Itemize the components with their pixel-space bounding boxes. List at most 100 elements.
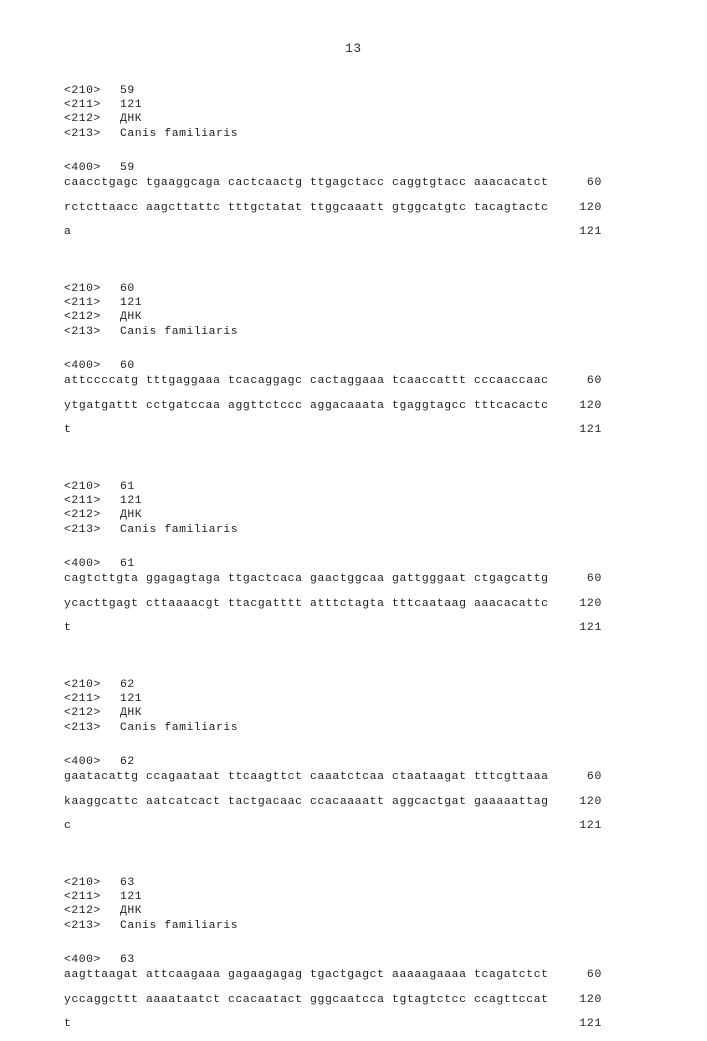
header-line: <210> 63 — [64, 876, 609, 890]
header-line: <210> 59 — [64, 84, 609, 98]
sequence-header: <210> 60 <211> 121 <212> ДНК <213> Canis famili… — [64, 282, 609, 339]
sequence-rows: attccccatg tttgaggaaa tcacaggagc cactagg… — [64, 374, 609, 447]
header-tag: <210> — [64, 481, 101, 494]
sequence-row: a 121 — [64, 225, 609, 249]
sequence-position-count: 121 — [579, 424, 602, 437]
sequence-rows: caacctgagc tgaaggcaga cactcaactg ttgagct… — [64, 176, 609, 249]
sequence-position-count: 120 — [579, 400, 602, 413]
sequence-position-count: 120 — [579, 796, 602, 809]
header-tag: <212> — [64, 905, 101, 918]
sequence-residues: ytgatgattt cctgatccaa aggttctccc aggacaa… — [64, 400, 549, 413]
sequence-residues: attccccatg tttgaggaaa tcacaggagc cactagg… — [64, 375, 549, 388]
header-line: <212> ДНК — [64, 112, 609, 126]
sequence-row: yccaggcttt aaaataatct ccacaatact gggcaat… — [64, 993, 609, 1017]
header-line: <211> 121 — [64, 98, 609, 112]
sequence-position-count: 121 — [579, 820, 602, 833]
sequence-residues: gaatacattg ccagaataat ttcaagttct caaatct… — [64, 771, 549, 784]
header-line: <213> Canis familiaris — [64, 127, 609, 141]
seq-length: 121 — [120, 693, 143, 706]
header-line: <212> ДНК — [64, 310, 609, 324]
sequence-block: <210> 60 <211> 121 <212> ДНК <213> Canis famili… — [64, 282, 609, 447]
seq-molecule-type: ДНК — [120, 113, 143, 126]
header-line: <210> 61 — [64, 480, 609, 494]
sequence-row: ycacttgagt cttaaaacgt ttacgatttt atttcta… — [64, 597, 609, 621]
header-tag: <400> — [64, 953, 101, 966]
header-tag: <213> — [64, 325, 101, 338]
header-tag: <210> — [64, 679, 101, 692]
sequence-block: <210> 59 <211> 121 <212> ДНК <213> Canis famili… — [64, 84, 609, 249]
page-number: 13 — [345, 42, 362, 56]
header-line: <212> ДНК — [64, 706, 609, 720]
sequence-residues: a — [64, 226, 72, 239]
header-tag: <210> — [64, 877, 101, 890]
seq-id-number: 61 — [120, 557, 135, 570]
seq-molecule-type: ДНК — [120, 905, 143, 918]
sequence-start-line: <400> 62 — [64, 755, 609, 769]
sequence-position-count: 120 — [579, 202, 602, 215]
sequence-start-line: <400> 59 — [64, 161, 609, 175]
sequence-residues: t — [64, 424, 72, 437]
header-line: <210> 62 — [64, 678, 609, 692]
sequence-position-count: 121 — [579, 622, 602, 635]
header-line: <213> Canis familiaris — [64, 721, 609, 735]
seq-length: 121 — [120, 297, 143, 310]
header-tag: <211> — [64, 891, 101, 904]
sequence-position-count: 60 — [586, 771, 602, 784]
seq-organism: Canis familiaris — [120, 721, 239, 734]
sequence-row: cagtcttgta ggagagtaga ttgactcaca gaactgg… — [64, 572, 609, 597]
header-line: <210> 60 — [64, 282, 609, 296]
sequence-residues: cagtcttgta ggagagtaga ttgactcaca gaactgg… — [64, 573, 549, 586]
sequence-residues: t — [64, 622, 72, 635]
header-tag: <213> — [64, 721, 101, 734]
sequence-rows: gaatacattg ccagaataat ttcaagttct caaatct… — [64, 770, 609, 843]
seq-organism: Canis familiaris — [120, 127, 239, 140]
sequence-row: t 121 — [64, 621, 609, 645]
sequence-row: attccccatg tttgaggaaa tcacaggagc cactagg… — [64, 374, 609, 399]
sequence-position-count: 60 — [586, 177, 602, 190]
sequence-header: <210> 61 <211> 121 <212> ДНК <213> Canis famili… — [64, 480, 609, 537]
sequence-listing-content: <210> 59 <211> 121 <212> ДНК <213> Canis famili… — [64, 84, 609, 1041]
header-tag: <211> — [64, 693, 101, 706]
sequence-residues: rctcttaacc aagcttattc tttgctatat ttggcaa… — [64, 202, 549, 215]
seq-id-number: 61 — [120, 481, 135, 494]
seq-molecule-type: ДНК — [120, 311, 143, 324]
header-tag: <400> — [64, 557, 101, 570]
sequence-block: <210> 62 <211> 121 <212> ДНК <213> Canis famili… — [64, 678, 609, 843]
sequence-residues: t — [64, 1018, 72, 1031]
seq-organism: Canis familiaris — [120, 523, 239, 536]
sequence-residues: aagttaagat attcaagaaa gagaagagag tgactga… — [64, 969, 549, 982]
seq-organism: Canis familiaris — [120, 325, 239, 338]
sequence-row: ytgatgattt cctgatccaa aggttctccc aggacaa… — [64, 399, 609, 423]
sequence-rows: aagttaagat attcaagaaa gagaagagag tgactga… — [64, 968, 609, 1041]
seq-id-number: 63 — [120, 877, 135, 890]
sequence-position-count: 60 — [586, 375, 602, 388]
sequence-residues: caacctgagc tgaaggcaga cactcaactg ttgagct… — [64, 177, 549, 190]
sequence-header: <210> 62 <211> 121 <212> ДНК <213> Canis famili… — [64, 678, 609, 735]
sequence-residues: c — [64, 820, 72, 833]
sequence-row: caacctgagc tgaaggcaga cactcaactg ttgagct… — [64, 176, 609, 201]
sequence-position-count: 121 — [579, 226, 602, 239]
sequence-position-count: 60 — [586, 573, 602, 586]
sequence-position-count: 60 — [586, 969, 602, 982]
header-line: <213> Canis familiaris — [64, 523, 609, 537]
sequence-start-line: <400> 61 — [64, 557, 609, 571]
header-line: <211> 121 — [64, 692, 609, 706]
sequence-position-count: 121 — [579, 1018, 602, 1031]
sequence-start-line: <400> 60 — [64, 359, 609, 373]
header-line: <213> Canis familiaris — [64, 919, 609, 933]
sequence-row: kaaggcattc aatcatcact tactgacaac ccacaaa… — [64, 795, 609, 819]
seq-length: 121 — [120, 891, 143, 904]
header-tag: <212> — [64, 707, 101, 720]
header-tag: <400> — [64, 359, 101, 372]
header-tag: <211> — [64, 495, 101, 508]
header-tag: <210> — [64, 283, 101, 296]
seq-id-number: 59 — [120, 161, 135, 174]
header-line: <212> ДНК — [64, 508, 609, 522]
header-line: <211> 121 — [64, 494, 609, 508]
sequence-header: <210> 63 <211> 121 <212> ДНК <213> Canis famili… — [64, 876, 609, 933]
header-line: <211> 121 — [64, 296, 609, 310]
seq-id-number: 62 — [120, 755, 135, 768]
sequence-row: rctcttaacc aagcttattc tttgctatat ttggcaa… — [64, 201, 609, 225]
sequence-residues: ycacttgagt cttaaaacgt ttacgatttt atttcta… — [64, 598, 549, 611]
sequence-row: gaatacattg ccagaataat ttcaagttct caaatct… — [64, 770, 609, 795]
